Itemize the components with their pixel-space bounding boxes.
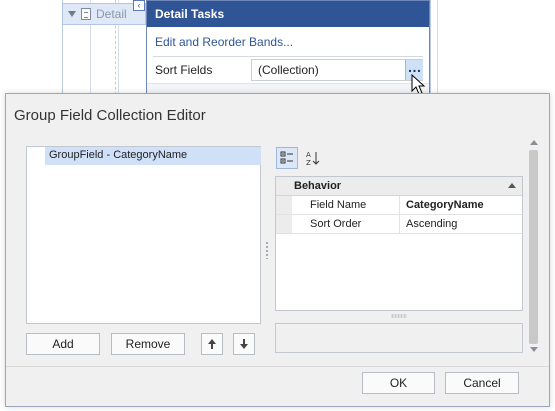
- sort-az-icon: A Z: [306, 151, 320, 166]
- edit-reorder-bands-link[interactable]: Edit and Reorder Bands...: [155, 35, 293, 49]
- band-icon: [81, 8, 91, 20]
- arrow-up-icon: [208, 339, 216, 349]
- move-up-button[interactable]: [201, 333, 223, 355]
- list-item[interactable]: GroupField - CategoryName: [45, 147, 261, 165]
- dialog-title: Group Field Collection Editor: [14, 107, 206, 124]
- description-panel: [275, 323, 523, 353]
- categorized-button[interactable]: [276, 147, 298, 169]
- group-field-collection-editor: Group Field Collection Editor GroupField…: [5, 93, 550, 407]
- smart-tag-button[interactable]: ‹: [133, 0, 145, 11]
- svg-text:A: A: [306, 151, 311, 159]
- row-gutter: [276, 196, 292, 214]
- property-name: Field Name: [292, 196, 400, 214]
- move-down-button[interactable]: [233, 333, 255, 355]
- property-name: Sort Order: [292, 215, 400, 233]
- tasks-title: Detail Tasks: [147, 1, 429, 27]
- cancel-button[interactable]: Cancel: [445, 372, 519, 394]
- property-value[interactable]: CategoryName: [401, 196, 522, 214]
- members-list[interactable]: GroupField - CategoryName: [26, 146, 261, 324]
- detail-tasks-popup: Detail Tasks Edit and Reorder Bands... S…: [146, 0, 430, 98]
- ok-button[interactable]: OK: [362, 372, 435, 394]
- scroll-down-icon[interactable]: [530, 347, 538, 352]
- property-grid: Behavior Field Name CategoryName Sort Or…: [275, 176, 523, 311]
- sort-fields-label: Sort Fields: [155, 63, 213, 77]
- footer-divider: [6, 366, 549, 367]
- band-label: Detail: [96, 7, 127, 21]
- scroll-up-icon[interactable]: [530, 140, 538, 145]
- category-row[interactable]: Behavior: [276, 177, 522, 196]
- chevron-left-icon: ‹: [137, 0, 141, 10]
- splitter-grip[interactable]: [265, 241, 269, 259]
- property-row[interactable]: Field Name CategoryName: [276, 196, 522, 215]
- row-gutter: [276, 215, 292, 233]
- remove-button[interactable]: Remove: [111, 333, 185, 355]
- property-value[interactable]: Ascending: [401, 215, 522, 233]
- sort-fields-input[interactable]: (Collection): [251, 59, 423, 81]
- add-button[interactable]: Add: [26, 333, 100, 355]
- sort-fields-value: (Collection): [258, 63, 319, 77]
- category-label: Behavior: [294, 180, 342, 192]
- alphabetical-button[interactable]: A Z: [302, 147, 324, 169]
- property-row[interactable]: Sort Order Ascending: [276, 215, 522, 234]
- svg-text:Z: Z: [306, 159, 311, 166]
- sort-fields-row: Sort Fields (Collection) …: [147, 59, 429, 81]
- description-splitter-grip[interactable]: [391, 314, 407, 318]
- collapse-band-icon[interactable]: [68, 11, 76, 17]
- report-band-right: [430, 0, 442, 95]
- scroll-thumb[interactable]: [529, 150, 538, 344]
- collapse-icon[interactable]: [508, 183, 516, 188]
- divider: [153, 56, 423, 57]
- categorized-icon: [280, 151, 293, 164]
- vertical-scrollbar[interactable]: [528, 138, 540, 354]
- arrow-down-icon: [240, 339, 248, 349]
